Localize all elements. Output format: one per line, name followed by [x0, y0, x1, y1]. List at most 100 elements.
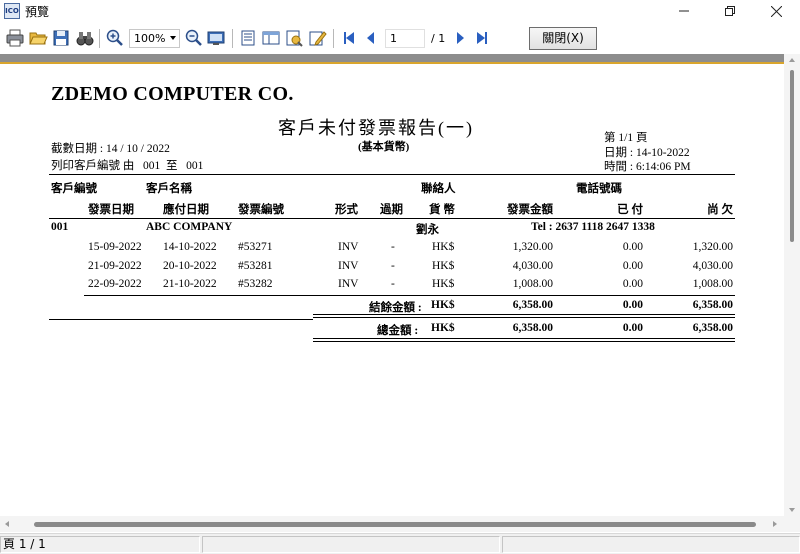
invoice-no: #53282: [238, 278, 273, 290]
page-width-button[interactable]: [261, 28, 281, 48]
currency: HK$: [432, 241, 455, 253]
customer-name: ABC COMPANY: [146, 221, 233, 233]
detail-rule: [84, 295, 735, 296]
monitor-icon: [207, 31, 225, 45]
print-button[interactable]: [5, 28, 25, 48]
save-button[interactable]: [51, 28, 71, 48]
column-header-rule: [49, 218, 735, 219]
total-currency: HK$: [431, 322, 455, 334]
previous-page-button[interactable]: [361, 28, 381, 48]
customer-tel: Tel : 2637 1118 2647 1338: [531, 221, 655, 233]
window-close-button[interactable]: [753, 0, 799, 22]
total-label: 總金額 :: [377, 325, 419, 337]
vertical-scroll-thumb[interactable]: [790, 70, 794, 242]
chevron-down-icon: [170, 36, 176, 40]
col-currency: 貨 幣: [429, 204, 455, 216]
owing: 4,030.00: [692, 260, 733, 272]
first-page-icon: [344, 32, 354, 44]
binoculars-icon: [76, 32, 94, 46]
invoice-date: 22-09-2022: [88, 278, 142, 290]
window-title: 預覽: [25, 5, 50, 19]
restore-icon: [725, 6, 735, 16]
col-amount: 發票金額: [507, 204, 553, 216]
col-contact: 聯絡人: [421, 183, 456, 195]
subtotal-owing: 6,358.00: [692, 299, 733, 311]
currency: HK$: [432, 260, 455, 272]
horizontal-scroll-thumb[interactable]: [34, 522, 756, 527]
open-button[interactable]: [28, 28, 48, 48]
scroll-corner: [784, 516, 800, 532]
export-button[interactable]: [284, 28, 304, 48]
print-time: 時間 : 6:14:06 PM: [604, 161, 691, 173]
paid: 0.00: [622, 260, 643, 272]
col-customer-no: 客戶編號: [51, 183, 97, 195]
overdue: -: [391, 260, 395, 272]
pencil-icon: [309, 31, 327, 46]
page-number-input[interactable]: 1: [385, 29, 425, 48]
amount: 1,320.00: [512, 241, 553, 253]
minimize-button[interactable]: [661, 0, 707, 22]
subtotal-label: 結餘金額 :: [369, 302, 422, 314]
invoice-type: INV: [338, 241, 359, 253]
invoice-type: INV: [338, 278, 359, 290]
total-double-rule: [313, 338, 735, 342]
subtotal-currency: HK$: [431, 299, 455, 311]
toolbar-separator: [333, 29, 334, 48]
total-owing: 6,358.00: [692, 322, 733, 334]
app-icon: ICO: [4, 3, 20, 19]
next-icon: [457, 32, 464, 44]
due-date: 20-10-2022: [163, 260, 217, 272]
last-page-button[interactable]: [472, 28, 492, 48]
edit-button[interactable]: [307, 28, 327, 48]
status-panel: [202, 536, 500, 553]
printer-icon: [6, 29, 24, 47]
status-panel: [502, 536, 800, 553]
find-button[interactable]: [75, 28, 95, 48]
report-title: 客戶未付發票報告(一): [278, 118, 474, 138]
next-page-button[interactable]: [450, 28, 470, 48]
toolbar: 100% 1 / 1 關閉(X): [0, 22, 800, 54]
zoom-in-button[interactable]: [105, 28, 125, 48]
zoom-out-icon: [185, 29, 202, 46]
toolbar-separator: [99, 29, 100, 48]
invoice-type: INV: [338, 260, 359, 272]
page-layout-icon: [241, 30, 255, 46]
scroll-left-icon[interactable]: [5, 521, 9, 527]
report-page: ZDEMO COMPUTER CO. 客戶未付發票報告(一) (基本貨幣) 截數…: [0, 64, 784, 516]
floppy-disk-icon: [53, 30, 69, 46]
folder-open-icon: [29, 32, 48, 45]
toolbar-separator: [232, 29, 233, 48]
page-indicator: 第 1/1 頁: [604, 132, 648, 144]
page-total: / 1: [431, 32, 446, 45]
zoom-select[interactable]: 100%: [129, 29, 180, 48]
customer-end-rule: [49, 319, 313, 320]
overdue: -: [391, 278, 395, 290]
currency: HK$: [432, 278, 455, 290]
close-preview-button[interactable]: 關閉(X): [529, 27, 597, 50]
customer-no: 001: [51, 221, 69, 233]
report-subtitle: (基本貨幣): [358, 141, 410, 153]
invoice-date: 15-09-2022: [88, 241, 142, 253]
owing: 1,008.00: [692, 278, 733, 290]
subtotal-paid: 0.00: [622, 299, 643, 311]
col-customer-name: 客戶名稱: [146, 183, 192, 195]
invoice-no: #53271: [238, 241, 273, 253]
last-page-icon: [477, 32, 487, 44]
paid: 0.00: [622, 241, 643, 253]
first-page-button[interactable]: [339, 28, 359, 48]
scroll-right-icon[interactable]: [773, 521, 777, 527]
col-owing: 尚 欠: [707, 204, 733, 216]
col-phone: 電話號碼: [576, 183, 622, 195]
scroll-up-icon[interactable]: [789, 58, 795, 62]
single-page-button[interactable]: [238, 28, 258, 48]
col-invoice-date: 發票日期: [88, 204, 134, 216]
previous-icon: [367, 32, 374, 44]
scroll-down-icon[interactable]: [789, 508, 795, 512]
col-type: 形式: [335, 204, 358, 216]
zoom-out-button[interactable]: [184, 28, 204, 48]
status-bar: 頁 1 / 1: [0, 533, 800, 554]
col-overdue: 過期: [380, 204, 403, 216]
fit-page-button[interactable]: [206, 28, 226, 48]
maximize-button[interactable]: [707, 0, 753, 22]
customer-contact: 劉永: [416, 224, 439, 236]
